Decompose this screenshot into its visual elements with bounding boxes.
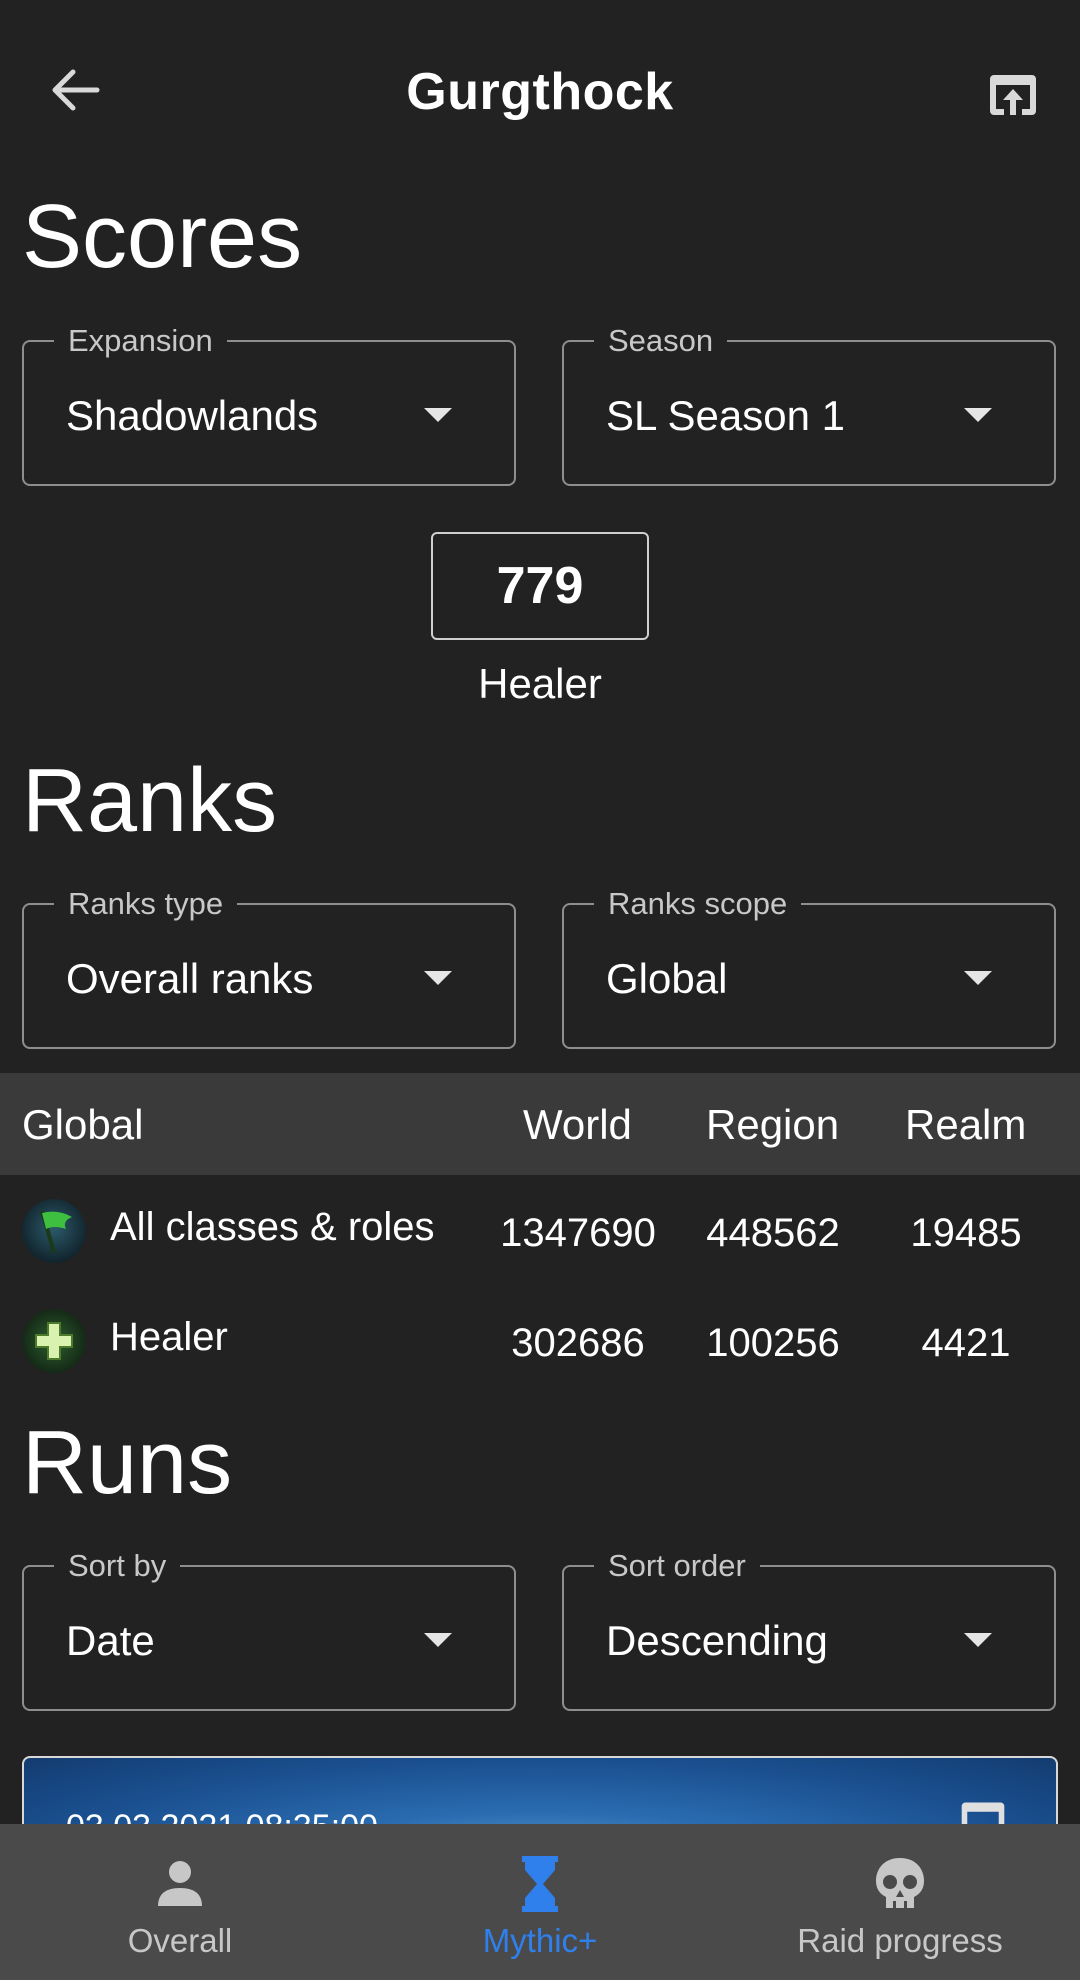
header-global: Global xyxy=(22,1101,144,1148)
sort-by-label: Sort by xyxy=(54,1547,181,1585)
caret-down-icon xyxy=(424,1633,452,1647)
score-value: 779 xyxy=(431,532,649,640)
expansion-dropdown[interactable]: Expansion Shadowlands xyxy=(22,322,516,486)
header-region: Region xyxy=(706,1101,840,1148)
table-row: All classes & roles 1347690 448562 19485 xyxy=(0,1175,1080,1285)
green-flag-icon xyxy=(22,1199,86,1263)
expansion-label: Expansion xyxy=(54,322,227,360)
caret-down-icon xyxy=(424,971,452,985)
ranks-scope-dropdown[interactable]: Ranks scope Global xyxy=(562,885,1056,1049)
header-world: World xyxy=(523,1101,632,1148)
sort-order-label: Sort order xyxy=(594,1547,760,1585)
ranks-type-label: Ranks type xyxy=(54,885,238,923)
caret-down-icon xyxy=(964,408,992,422)
nav-mythic-plus[interactable]: Mythic+ xyxy=(360,1824,720,1980)
bottom-navigation: Overall Mythic+ Raid progress xyxy=(0,1824,1080,1980)
score-role: Healer xyxy=(478,660,602,707)
expansion-value: Shadowlands xyxy=(66,392,319,439)
skull-icon xyxy=(876,1858,924,1908)
nav-mythic-plus-label: Mythic+ xyxy=(482,1922,598,1959)
table-row: Healer 302686 100256 4421 xyxy=(0,1285,1080,1395)
rank-world: 1347690 xyxy=(500,1211,656,1255)
person-icon xyxy=(158,1861,202,1906)
app-bar: Gurgthock xyxy=(0,0,1080,190)
ranks-title: Ranks xyxy=(22,751,278,851)
ranks-table-header: Global World Region Realm xyxy=(0,1073,1080,1175)
page-title: Gurgthock xyxy=(406,63,674,121)
season-label: Season xyxy=(594,322,728,360)
rank-realm: 19485 xyxy=(910,1211,1022,1255)
header-realm: Realm xyxy=(905,1101,1027,1148)
open-in-new-icon xyxy=(990,75,1036,115)
share-button[interactable] xyxy=(978,60,1048,130)
rank-realm: 4421 xyxy=(921,1321,1011,1365)
rank-row-label: All classes & roles xyxy=(110,1205,435,1249)
healer-cross-icon xyxy=(22,1309,86,1373)
scores-title: Scores xyxy=(22,187,303,287)
sort-order-dropdown[interactable]: Sort order Descending xyxy=(562,1547,1056,1711)
caret-down-icon xyxy=(964,1633,992,1647)
nav-overall[interactable]: Overall xyxy=(0,1824,360,1980)
sort-by-dropdown[interactable]: Sort by Date xyxy=(22,1547,516,1711)
season-dropdown[interactable]: Season SL Season 1 xyxy=(562,322,1056,486)
ranks-scope-label: Ranks scope xyxy=(594,885,802,923)
nav-raid-progress-label: Raid progress xyxy=(797,1922,1003,1959)
runs-title: Runs xyxy=(22,1413,233,1513)
caret-down-icon xyxy=(424,408,452,422)
sort-order-value: Descending xyxy=(606,1617,828,1664)
rank-region: 448562 xyxy=(706,1211,840,1255)
nav-raid-progress[interactable]: Raid progress xyxy=(720,1824,1080,1980)
season-value: SL Season 1 xyxy=(606,392,845,439)
caret-down-icon xyxy=(964,971,992,985)
rank-region: 100256 xyxy=(706,1321,840,1365)
ranks-type-value: Overall ranks xyxy=(66,955,314,1002)
rank-row-label: Healer xyxy=(110,1315,228,1359)
nav-overall-label: Overall xyxy=(127,1922,233,1959)
sort-by-value: Date xyxy=(66,1617,155,1664)
rank-world: 302686 xyxy=(511,1321,645,1365)
ranks-type-dropdown[interactable]: Ranks type Overall ranks xyxy=(22,885,516,1049)
hourglass-icon xyxy=(522,1856,558,1912)
ranks-scope-value: Global xyxy=(606,955,728,1002)
